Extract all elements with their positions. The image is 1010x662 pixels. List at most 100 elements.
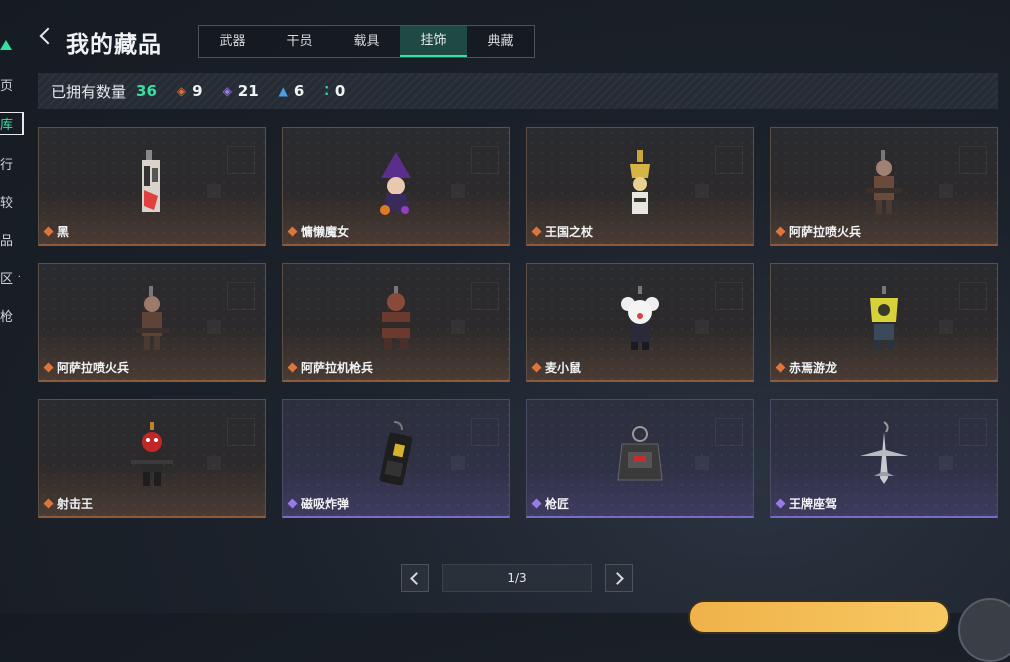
card-label: 王国之杖 bbox=[531, 223, 594, 240]
rarity-orange-icon bbox=[531, 226, 542, 237]
charm-name: 慵懒魔女 bbox=[301, 225, 350, 239]
rarity-orange-icon bbox=[775, 226, 786, 237]
charm-name: 磁吸炸弹 bbox=[301, 497, 350, 511]
card-label: 王牌座驾 bbox=[775, 495, 838, 512]
charm-card[interactable]: 王牌座驾 bbox=[770, 399, 998, 518]
tab-operators[interactable]: 干员 bbox=[266, 26, 333, 57]
owned-count-label: 已拥有数量 bbox=[51, 82, 127, 101]
primary-action-button[interactable] bbox=[688, 600, 950, 634]
card-label: 射击王 bbox=[43, 495, 94, 512]
rarity-purple-icon bbox=[287, 498, 298, 509]
sidebar-item-5[interactable]: 区 ^ bbox=[0, 268, 20, 287]
charm-card[interactable]: 王国之杖 bbox=[526, 127, 754, 246]
card-label: 枪匠 bbox=[531, 495, 570, 512]
card-label: 阿萨拉机枪兵 bbox=[287, 359, 374, 376]
pagination: 1/3 bbox=[401, 564, 633, 592]
sidebar-item-2[interactable]: 行 bbox=[0, 154, 20, 173]
stat-orange: ◈ 9 bbox=[177, 82, 203, 100]
stat-blue: ▲ 6 bbox=[279, 82, 305, 100]
charm-image bbox=[771, 282, 997, 358]
rarity-purple-icon bbox=[531, 498, 542, 509]
rarity-orange-icon bbox=[287, 226, 298, 237]
purple-diamond-icon: ◈ bbox=[222, 84, 232, 98]
stat-purple: ◈ 21 bbox=[223, 82, 259, 100]
rarity-orange-icon bbox=[531, 362, 542, 373]
sidebar-item-4[interactable]: 品 bbox=[0, 230, 20, 249]
stat-orange-value: 9 bbox=[192, 82, 203, 100]
charm-card[interactable]: 阿萨拉喷火兵 bbox=[38, 263, 266, 382]
charm-image bbox=[527, 418, 753, 494]
charm-name: 阿萨拉喷火兵 bbox=[789, 225, 862, 239]
sidebar-item-1[interactable]: 库 bbox=[0, 112, 24, 135]
left-sidebar: 页 库 行 较 品 区 ^ 枪 bbox=[0, 0, 24, 613]
tab-charms[interactable]: 挂饰 bbox=[400, 26, 467, 57]
rarity-orange-icon bbox=[287, 362, 298, 373]
prev-page-button[interactable] bbox=[401, 564, 429, 592]
charm-grid: 黑 慵懒魔女 王国之杖 阿萨拉喷火兵 阿萨拉喷火兵 阿萨拉机枪兵 麦小鼠 赤焉游… bbox=[38, 127, 998, 518]
tab-vehicles[interactable]: 载具 bbox=[333, 26, 400, 57]
stat-green: ⁚ 0 bbox=[324, 82, 345, 100]
card-label: 赤焉游龙 bbox=[775, 359, 838, 376]
ownership-stats-bar: 已拥有数量 36 ◈ 9 ◈ 21 ▲ 6 ⁚ 0 bbox=[38, 73, 998, 109]
chevron-left-icon bbox=[410, 571, 423, 585]
tab-collectibles[interactable]: 典藏 bbox=[467, 26, 534, 57]
rarity-orange-icon bbox=[43, 362, 54, 373]
card-label: 阿萨拉喷火兵 bbox=[43, 359, 130, 376]
charm-image bbox=[283, 282, 509, 358]
charm-card[interactable]: 麦小鼠 bbox=[526, 263, 754, 382]
rarity-orange-icon bbox=[43, 226, 54, 237]
charm-card[interactable]: 赤焉游龙 bbox=[770, 263, 998, 382]
charm-card[interactable]: 枪匠 bbox=[526, 399, 754, 518]
sidebar-item-0[interactable]: 页 bbox=[0, 75, 20, 94]
charm-name: 王国之杖 bbox=[545, 225, 594, 239]
charm-name: 阿萨拉机枪兵 bbox=[301, 361, 374, 375]
sidebar-active-arrow-icon bbox=[0, 40, 12, 50]
rarity-purple-icon bbox=[775, 498, 786, 509]
back-chevron-icon[interactable] bbox=[39, 27, 57, 45]
card-label: 慵懒魔女 bbox=[287, 223, 350, 240]
charm-name: 阿萨拉喷火兵 bbox=[57, 361, 130, 375]
charm-name: 黑 bbox=[57, 225, 70, 239]
charm-card[interactable]: 阿萨拉喷火兵 bbox=[770, 127, 998, 246]
card-label: 磁吸炸弹 bbox=[287, 495, 350, 512]
blue-chevron-icon: ▲ bbox=[278, 84, 288, 98]
rarity-orange-icon bbox=[43, 498, 54, 509]
charm-name: 王牌座驾 bbox=[789, 497, 838, 511]
green-dots-icon: ⁚ bbox=[324, 84, 329, 98]
charm-image bbox=[39, 146, 265, 222]
charm-card[interactable]: 黑 bbox=[38, 127, 266, 246]
category-tabs: 武器 干员 载具 挂饰 典藏 bbox=[198, 25, 535, 58]
charm-name: 枪匠 bbox=[545, 497, 570, 511]
charm-name: 赤焉游龙 bbox=[789, 361, 838, 375]
owned-count-total: 36 bbox=[136, 82, 157, 100]
sidebar-item-3[interactable]: 较 bbox=[0, 192, 20, 211]
card-label: 麦小鼠 bbox=[531, 359, 581, 376]
chevron-right-icon bbox=[611, 571, 624, 585]
page-indicator: 1/3 bbox=[442, 564, 592, 592]
charm-card[interactable]: 阿萨拉机枪兵 bbox=[282, 263, 510, 382]
page-title: 我的藏品 bbox=[66, 32, 162, 58]
charm-name: 射击王 bbox=[57, 497, 94, 511]
charm-card[interactable]: 磁吸炸弹 bbox=[282, 399, 510, 518]
stat-blue-value: 6 bbox=[293, 82, 305, 100]
charm-card[interactable]: 射击王 bbox=[38, 399, 266, 518]
charm-image bbox=[771, 146, 997, 222]
tab-weapons[interactable]: 武器 bbox=[199, 26, 266, 57]
round-action-button[interactable] bbox=[958, 598, 1010, 662]
charm-card[interactable]: 慵懒魔女 bbox=[282, 127, 510, 246]
charm-image bbox=[39, 418, 265, 494]
next-page-button[interactable] bbox=[605, 564, 633, 592]
charm-image bbox=[283, 418, 509, 494]
charm-image bbox=[771, 418, 997, 494]
stat-green-value: 0 bbox=[334, 82, 346, 100]
charm-image bbox=[527, 146, 753, 222]
charm-image bbox=[283, 146, 509, 222]
orange-diamond-icon: ◈ bbox=[176, 84, 187, 98]
sidebar-item-6[interactable]: 枪 bbox=[0, 306, 20, 325]
charm-image bbox=[39, 282, 265, 358]
stat-purple-value: 21 bbox=[237, 82, 259, 100]
card-label: 阿萨拉喷火兵 bbox=[775, 223, 862, 240]
card-label: 黑 bbox=[43, 223, 70, 240]
rarity-orange-icon bbox=[775, 362, 786, 373]
charm-image bbox=[527, 282, 753, 358]
